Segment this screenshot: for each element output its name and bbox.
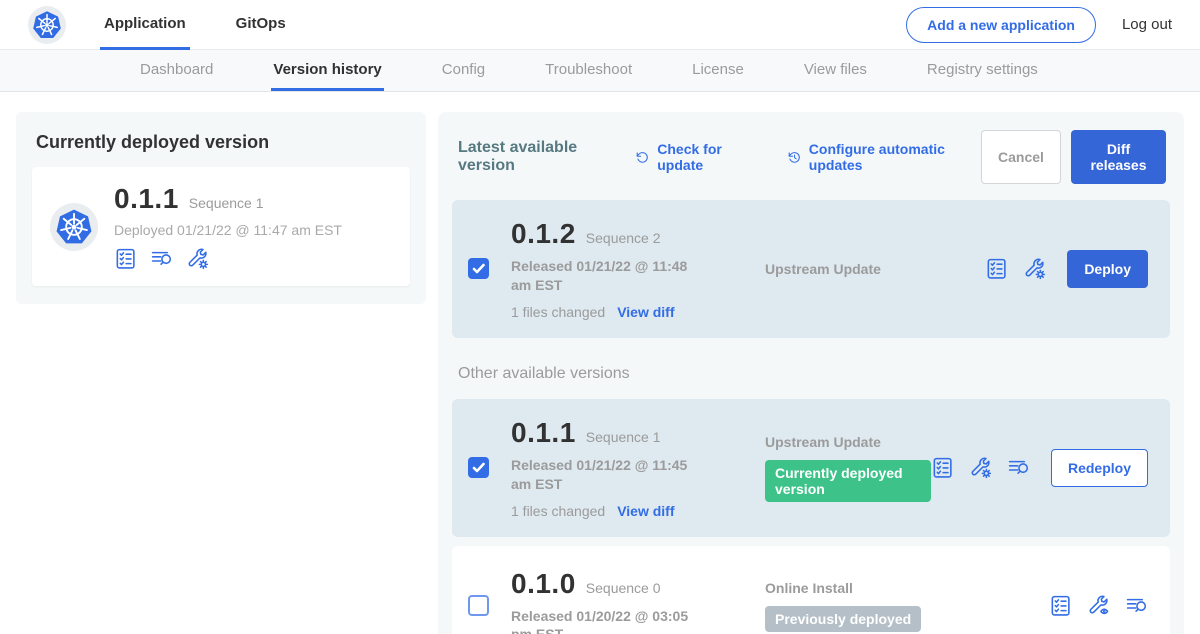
tab-view-files[interactable]: View files [802, 50, 869, 91]
add-application-button[interactable]: Add a new application [906, 7, 1096, 43]
redeploy-button[interactable]: Redeploy [1051, 449, 1148, 487]
tab-license[interactable]: License [690, 50, 746, 91]
top-nav: Application GitOps Add a new application… [0, 0, 1200, 50]
view-diff-link[interactable]: View diff [617, 304, 674, 320]
preflight-checks-icon[interactable] [114, 247, 137, 270]
version-sequence: Sequence 1 [586, 429, 661, 445]
currently-deployed-card: Currently deployed version 0.1.1 Sequenc… [16, 112, 426, 304]
version-sequence: Sequence 0 [586, 580, 661, 596]
preflight-checks-icon[interactable] [931, 456, 954, 479]
auto-update-icon [787, 149, 802, 166]
deployed-card-title: Currently deployed version [36, 132, 410, 153]
version-row-0-1-1: 0.1.1 Sequence 1 Released 01/21/22 @ 11:… [452, 399, 1170, 537]
version-number: 0.1.0 [511, 568, 576, 600]
tab-troubleshoot[interactable]: Troubleshoot [543, 50, 634, 91]
files-changed-label: 1 files changed [511, 503, 605, 519]
topnav-tabs: Application GitOps [100, 0, 332, 50]
released-date: Released 01/21/22 @ 11:48 am EST [511, 257, 711, 295]
refresh-icon [635, 149, 650, 166]
tab-config[interactable]: Config [440, 50, 487, 91]
version-row-0-1-0: 0.1.0 Sequence 0 Released 01/20/22 @ 03:… [452, 546, 1170, 634]
kubernetes-logo [28, 6, 66, 44]
diff-releases-button[interactable]: Diff releases [1071, 130, 1166, 184]
preflight-checks-icon[interactable] [985, 257, 1008, 280]
view-files-icon[interactable] [1007, 456, 1030, 479]
version-sequence: Sequence 2 [586, 230, 661, 246]
tab-version-history[interactable]: Version history [271, 50, 383, 91]
previously-deployed-badge: Previously deployed [765, 606, 921, 632]
tab-registry-settings[interactable]: Registry settings [925, 50, 1040, 91]
version-checkbox[interactable] [468, 595, 489, 616]
app-logo [50, 203, 98, 251]
panel-header: Latest available version Check for updat… [452, 128, 1170, 184]
version-source-label: Online Install [765, 580, 1049, 596]
view-diff-link[interactable]: View diff [617, 503, 674, 519]
tab-dashboard[interactable]: Dashboard [138, 50, 215, 91]
other-available-versions-label: Other available versions [458, 365, 1170, 383]
version-number: 0.1.1 [511, 417, 576, 449]
edit-config-icon[interactable] [969, 456, 992, 479]
deployed-version-card: 0.1.1 Sequence 1 Deployed 01/21/22 @ 11:… [32, 167, 410, 286]
view-files-icon[interactable] [1125, 594, 1148, 617]
check-for-update-label: Check for update [657, 141, 758, 173]
released-date: Released 01/21/22 @ 11:45 am EST [511, 456, 711, 494]
version-row-0-1-2: 0.1.2 Sequence 2 Released 01/21/22 @ 11:… [452, 200, 1170, 338]
check-for-update-link[interactable]: Check for update [635, 141, 759, 173]
configure-automatic-updates-label: Configure automatic updates [809, 141, 981, 173]
released-date: Released 01/20/22 @ 03:05 pm EST [511, 607, 711, 634]
version-source-label: Upstream Update [765, 434, 931, 450]
deployed-date: Deployed 01/21/22 @ 11:47 am EST [114, 222, 392, 238]
main-content: Currently deployed version 0.1.1 Sequenc… [0, 92, 1200, 634]
tab-gitops[interactable]: GitOps [232, 0, 290, 50]
latest-available-title: Latest available version [458, 139, 619, 175]
preflight-checks-icon[interactable] [1049, 594, 1072, 617]
version-number: 0.1.2 [511, 218, 576, 250]
edit-config-icon[interactable] [1023, 257, 1046, 280]
deployed-version-sequence: Sequence 1 [189, 195, 264, 211]
deploy-button[interactable]: Deploy [1067, 250, 1148, 288]
topnav-right: Add a new application Log out [906, 7, 1172, 43]
version-checkbox[interactable] [468, 457, 489, 478]
logout-link[interactable]: Log out [1122, 16, 1172, 33]
tab-application[interactable]: Application [100, 0, 190, 50]
edit-config-icon[interactable] [186, 247, 209, 270]
versions-panel: Latest available version Check for updat… [438, 112, 1184, 634]
files-changed-label: 1 files changed [511, 304, 605, 320]
configure-automatic-updates-link[interactable]: Configure automatic updates [787, 141, 981, 173]
view-config-icon[interactable] [1087, 594, 1110, 617]
version-checkbox[interactable] [468, 258, 489, 279]
deployed-version-number: 0.1.1 [114, 183, 179, 215]
cancel-button[interactable]: Cancel [981, 130, 1061, 184]
app-subnav: Dashboard Version history Config Trouble… [0, 50, 1200, 92]
version-source-label: Upstream Update [765, 261, 985, 277]
currently-deployed-badge: Currently deployed version [765, 460, 931, 502]
view-files-icon[interactable] [150, 247, 173, 270]
